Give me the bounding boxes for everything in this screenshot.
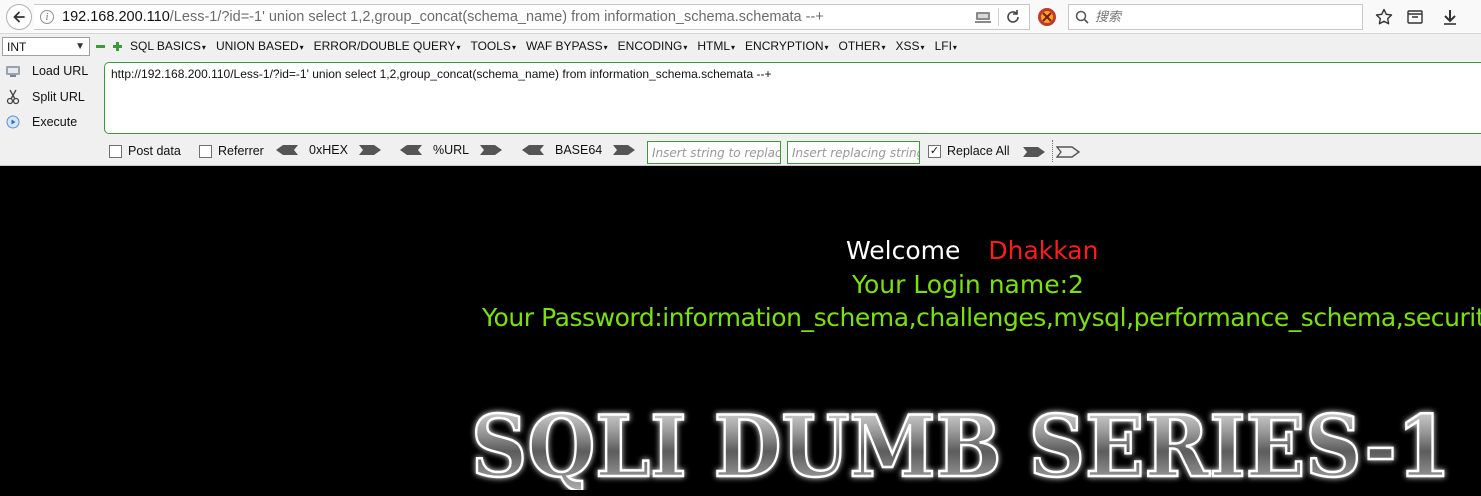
sqli-dumb-series-banner: SQLI DUMB SERIES-1 bbox=[470, 398, 1453, 490]
replace-from-input[interactable]: Insert string to replace bbox=[647, 141, 781, 164]
welcome-text: Welcome bbox=[846, 236, 961, 265]
replace-all-box[interactable]: ✓ bbox=[928, 144, 941, 158]
split-url-button[interactable]: Split URL bbox=[4, 86, 85, 108]
type-select-value: INT bbox=[7, 39, 27, 54]
hackbar-panel: INT ▼ SQL BASICS UNION BASED ERROR/DOUBL… bbox=[0, 34, 1481, 166]
split-url-label: Split URL bbox=[32, 90, 85, 104]
menu-sql-basics[interactable]: SQL BASICS bbox=[130, 39, 206, 53]
replace-all-checkbox[interactable]: ✓ Replace All bbox=[928, 144, 1010, 158]
welcome-line: Welcome Dhakkan bbox=[846, 236, 1098, 265]
search-icon bbox=[1075, 10, 1089, 24]
scissors-icon bbox=[4, 88, 22, 106]
reload-icon[interactable] bbox=[1005, 9, 1021, 25]
menu-html[interactable]: HTML bbox=[697, 39, 735, 53]
address-bar[interactable]: i 192.168.200.110/Less-1/?id=-1' union s… bbox=[34, 4, 1030, 30]
base64-label: BASE64 bbox=[555, 143, 603, 157]
load-url-icon bbox=[4, 62, 22, 80]
url-decode-arrow-icon[interactable] bbox=[399, 144, 423, 156]
hackbar-menu-row: INT ▼ SQL BASICS UNION BASED ERROR/DOUBL… bbox=[0, 34, 1481, 58]
play-icon bbox=[4, 113, 22, 131]
type-select[interactable]: INT ▼ bbox=[2, 37, 90, 56]
back-button[interactable] bbox=[6, 4, 32, 30]
browser-navbar: i 192.168.200.110/Less-1/?id=-1' union s… bbox=[0, 0, 1481, 34]
login-name-text: Your Login name:2 bbox=[852, 270, 1084, 299]
hackbar-menus: SQL BASICS UNION BASED ERROR/DOUBLE QUER… bbox=[96, 34, 967, 58]
page-content: Welcome Dhakkan Your Login name:2 Your Pa… bbox=[0, 166, 1481, 496]
password-text: Your Password:information_schema,challen… bbox=[482, 303, 1481, 332]
referrer-label: Referrer bbox=[218, 144, 264, 158]
urlenc-label: %URL bbox=[433, 143, 470, 157]
increase-icon[interactable] bbox=[113, 41, 122, 51]
replace-arrow-icon[interactable] bbox=[1022, 146, 1046, 158]
menu-error-double-query[interactable]: ERROR/DOUBLE QUERY bbox=[314, 39, 461, 53]
hackbar-bottom-row: Post data Referrer 0xHEX %URL BASE64 Ins… bbox=[0, 140, 1481, 164]
post-data-box[interactable] bbox=[109, 144, 122, 158]
username-text: Dhakkan bbox=[988, 236, 1099, 265]
menu-tools[interactable]: TOOLS bbox=[470, 39, 515, 53]
hex-encode-arrow-icon[interactable] bbox=[358, 144, 382, 156]
url-encode-arrow-icon[interactable] bbox=[479, 144, 503, 156]
referrer-checkbox[interactable]: Referrer bbox=[199, 144, 264, 158]
library-icon[interactable] bbox=[1404, 6, 1426, 28]
address-bar-tools bbox=[974, 5, 1029, 29]
menu-encoding[interactable]: ENCODING bbox=[618, 39, 688, 53]
url-encoder: %URL bbox=[399, 143, 503, 157]
post-data-label: Post data bbox=[128, 144, 181, 158]
menu-xss[interactable]: XSS bbox=[896, 39, 925, 53]
base64-decode-arrow-icon[interactable] bbox=[521, 144, 545, 156]
downloads-icon[interactable] bbox=[1439, 6, 1461, 28]
execute-label: Execute bbox=[32, 115, 78, 129]
hex-label: 0xHEX bbox=[309, 143, 348, 157]
base64-encoder: BASE64 bbox=[521, 143, 636, 157]
menu-other[interactable]: OTHER bbox=[839, 39, 886, 53]
address-url[interactable]: 192.168.200.110/Less-1/?id=-1' union sel… bbox=[62, 9, 824, 25]
referrer-box[interactable] bbox=[199, 144, 212, 158]
load-url-label: Load URL bbox=[32, 64, 89, 78]
load-url-button[interactable]: Load URL bbox=[4, 60, 88, 82]
url-host: 192.168.200.110 bbox=[62, 9, 170, 25]
execute-button[interactable]: Execute bbox=[4, 111, 77, 133]
replace-extra-arrow-icon[interactable] bbox=[1056, 146, 1080, 158]
hackbar-url-textarea[interactable]: http://192.168.200.110/Less-1/?id=-1' un… bbox=[104, 62, 1481, 134]
site-info-icon[interactable]: i bbox=[40, 10, 54, 24]
menu-lfi[interactable]: LFI bbox=[935, 39, 957, 53]
replace-to-input[interactable]: Insert replacing string bbox=[787, 141, 920, 164]
base64-encode-arrow-icon[interactable] bbox=[612, 144, 636, 156]
url-path: /Less-1/?id=-1' union select 1,2,group_c… bbox=[169, 9, 824, 25]
hex-encoder: 0xHEX bbox=[275, 143, 382, 157]
decrease-icon[interactable] bbox=[96, 42, 105, 51]
bookmark-star-icon[interactable] bbox=[1373, 6, 1395, 28]
banner-text: SQLI DUMB SERIES-1 bbox=[471, 398, 1451, 490]
url-divider bbox=[998, 8, 999, 26]
menu-union-based[interactable]: UNION BASED bbox=[216, 39, 304, 53]
search-bar[interactable] bbox=[1068, 4, 1363, 30]
menu-waf-bypass[interactable]: WAF BYPASS bbox=[526, 39, 608, 53]
page-actions-icon[interactable] bbox=[974, 9, 992, 25]
search-input[interactable] bbox=[1095, 9, 1345, 25]
post-data-checkbox[interactable]: Post data bbox=[109, 144, 181, 158]
chevron-down-icon: ▼ bbox=[75, 41, 85, 52]
adblock-icon[interactable] bbox=[1036, 6, 1058, 28]
hex-decode-arrow-icon[interactable] bbox=[275, 144, 299, 156]
hackbar-separator bbox=[1052, 140, 1053, 162]
menu-encryption[interactable]: ENCRYPTION bbox=[745, 39, 828, 53]
back-arrow-icon bbox=[13, 11, 25, 23]
replace-all-label: Replace All bbox=[947, 144, 1010, 158]
